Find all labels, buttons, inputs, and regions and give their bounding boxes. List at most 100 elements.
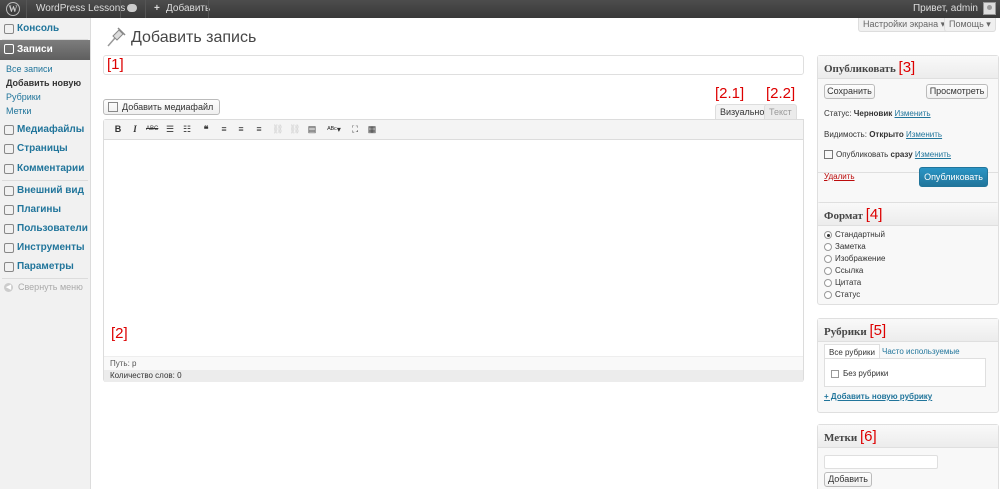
calendar-icon bbox=[824, 150, 833, 159]
edit-visibility-link[interactable]: Изменить bbox=[906, 130, 942, 139]
users-icon bbox=[4, 224, 14, 234]
tab-text[interactable]: Текст bbox=[764, 104, 797, 119]
tab-all-categories[interactable]: Все рубрики bbox=[824, 344, 880, 359]
sidebar-item-label: Консоль bbox=[17, 23, 60, 34]
appearance-icon bbox=[4, 186, 14, 196]
sidebar-item-media[interactable]: Медиафайлы bbox=[0, 121, 90, 139]
italic-button[interactable]: I bbox=[130, 124, 140, 135]
collapse-arrow-icon: ◀ bbox=[4, 283, 13, 292]
collapse-menu-label: Свернуть меню bbox=[18, 282, 83, 292]
editor-toolbar: B I ABC ☰ ☷ ❝ ≡ ≡ ≡ ⛓ ⛓ ▤ ᴬᴮᶜ▾ ⛶ ▦ bbox=[104, 120, 803, 140]
post-title-input[interactable] bbox=[103, 55, 804, 75]
plugins-icon bbox=[4, 205, 14, 215]
tab-visual[interactable]: Визуально bbox=[715, 104, 770, 119]
edit-schedule-link[interactable]: Изменить bbox=[915, 150, 951, 159]
status-value: Черновик bbox=[853, 109, 893, 118]
sidebar-item-plugins[interactable]: Плагины bbox=[0, 201, 90, 219]
spellcheck-button[interactable]: ᴬᴮᶜ▾ bbox=[324, 124, 344, 135]
fullscreen-button[interactable]: ⛶ bbox=[350, 124, 360, 135]
read-more-button[interactable]: ▤ bbox=[307, 124, 317, 135]
sidebar-item-dashboard[interactable]: Консоль bbox=[0, 20, 90, 38]
post-schedule: Опубликовать сразу Изменить bbox=[824, 150, 951, 159]
kitchen-sink-button[interactable]: ▦ bbox=[367, 124, 377, 135]
format-box-title-text: Формат bbox=[824, 210, 863, 222]
unlink-button[interactable]: ⛓ bbox=[289, 124, 300, 135]
sidebar-item-appearance[interactable]: Внешний вид bbox=[0, 182, 90, 200]
align-center-button[interactable]: ≡ bbox=[236, 124, 246, 135]
format-option-link[interactable]: Ссылка bbox=[824, 266, 863, 275]
site-name-link[interactable]: WordPress Lessons bbox=[36, 0, 125, 18]
comments-icon[interactable] bbox=[127, 0, 137, 18]
save-draft-button[interactable]: Сохранить bbox=[824, 84, 875, 99]
format-option-status[interactable]: Статус bbox=[824, 290, 860, 299]
tags-box-title[interactable]: Метки [6] bbox=[818, 425, 998, 448]
category-label: Без рубрики bbox=[843, 369, 889, 378]
status-label: Статус: bbox=[824, 109, 852, 118]
format-option-label: Статус bbox=[835, 290, 861, 299]
avatar[interactable] bbox=[983, 2, 996, 15]
strikethrough-button[interactable]: ABC bbox=[146, 124, 158, 135]
sidebar-item-settings[interactable]: Параметры bbox=[0, 258, 90, 276]
add-tag-button[interactable]: Добавить bbox=[824, 472, 872, 487]
edit-status-link[interactable]: Изменить bbox=[895, 109, 931, 118]
plus-icon[interactable]: + bbox=[154, 0, 160, 18]
radio bbox=[824, 243, 832, 251]
move-to-trash-link[interactable]: Удалить bbox=[824, 172, 855, 181]
editor-path: Путь: p bbox=[104, 356, 803, 370]
numbered-list-button[interactable]: ☷ bbox=[182, 124, 192, 135]
annotation-visual: [2.1] bbox=[715, 85, 745, 102]
bold-button[interactable]: B bbox=[113, 124, 123, 135]
howdy-user-link[interactable]: Привет, admin bbox=[913, 0, 978, 18]
align-left-button[interactable]: ≡ bbox=[219, 124, 229, 135]
sidebar-item-posts[interactable]: Записи bbox=[0, 40, 90, 60]
tab-popular-categories[interactable]: Часто используемые bbox=[878, 344, 964, 359]
category-checkbox[interactable] bbox=[831, 370, 839, 378]
submenu-categories[interactable]: Рубрики bbox=[6, 92, 41, 102]
screen-options-button[interactable]: Настройки экрана ▾ bbox=[858, 18, 951, 32]
post-editor[interactable]: B I ABC ☰ ☷ ❝ ≡ ≡ ≡ ⛓ ⛓ ▤ ᴬᴮᶜ▾ ⛶ ▦ [2] П… bbox=[103, 119, 804, 382]
submenu-all-posts[interactable]: Все записи bbox=[6, 64, 53, 74]
publish-box-title[interactable]: Опубликовать [3] bbox=[818, 56, 998, 79]
sidebar-item-label: Внешний вид bbox=[17, 185, 84, 196]
format-option-standard[interactable]: Стандартный bbox=[824, 230, 885, 239]
format-option-quote[interactable]: Цитата bbox=[824, 278, 861, 287]
insert-link-button[interactable]: ⛓ bbox=[272, 124, 283, 135]
format-option-image[interactable]: Изображение bbox=[824, 254, 885, 263]
help-button[interactable]: Помощь ▾ bbox=[944, 18, 996, 32]
add-media-button[interactable]: Добавить медиафайл bbox=[103, 99, 221, 115]
format-box-title[interactable]: Формат [4] bbox=[818, 203, 998, 226]
word-count: Количество слов: 0 bbox=[104, 370, 803, 382]
visibility-value: Открыто bbox=[869, 130, 904, 139]
main-content: Настройки экрана ▾ Помощь ▾ Добавить зап… bbox=[91, 18, 1000, 489]
categories-box: Рубрики [5] Все рубрики Часто используем… bbox=[817, 318, 999, 413]
wordpress-logo-icon[interactable]: W bbox=[4, 0, 22, 18]
radio bbox=[824, 267, 832, 275]
submenu-tags[interactable]: Метки bbox=[6, 106, 31, 116]
pin-icon bbox=[4, 44, 14, 54]
align-right-button[interactable]: ≡ bbox=[254, 124, 264, 135]
format-option-label: Ссылка bbox=[835, 266, 864, 275]
sidebar-item-users[interactable]: Пользователи bbox=[0, 220, 90, 238]
preview-button[interactable]: Просмотреть bbox=[926, 84, 988, 99]
sidebar-item-comments[interactable]: Комментарии bbox=[0, 160, 90, 178]
dashboard-icon bbox=[4, 24, 14, 34]
blockquote-button[interactable]: ❝ bbox=[201, 124, 211, 135]
categories-box-title[interactable]: Рубрики [5] bbox=[818, 319, 998, 342]
publish-button[interactable]: Опубликовать bbox=[919, 167, 988, 187]
tag-input[interactable] bbox=[824, 455, 938, 469]
format-option-aside[interactable]: Заметка bbox=[824, 242, 866, 251]
annotation-title: [1] bbox=[107, 56, 124, 73]
pages-icon bbox=[4, 144, 14, 154]
add-new-category-link[interactable]: + Добавить новую рубрику bbox=[824, 392, 932, 401]
new-content-link[interactable]: Добавить bbox=[166, 0, 210, 18]
submenu-add-new[interactable]: Добавить новую bbox=[6, 78, 81, 88]
sidebar-item-tools[interactable]: Инструменты bbox=[0, 239, 90, 257]
menu-divider bbox=[2, 278, 88, 279]
collapse-menu-button[interactable]: ◀ Свернуть меню bbox=[4, 282, 83, 292]
sidebar-item-pages[interactable]: Страницы bbox=[0, 140, 90, 158]
sidebar-item-label: Записи bbox=[17, 44, 53, 55]
annotation-text: [2.2] bbox=[766, 85, 796, 102]
bullet-list-button[interactable]: ☰ bbox=[165, 124, 175, 135]
wordpress-logo-letter: W bbox=[6, 2, 20, 16]
page-title: Добавить запись bbox=[131, 29, 257, 46]
